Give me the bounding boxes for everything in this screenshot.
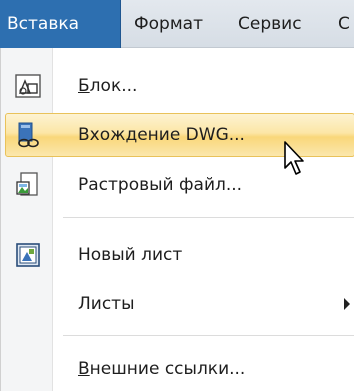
menu-separator — [63, 335, 354, 336]
menu-format[interactable]: Формат — [134, 0, 203, 48]
menu-item-label: Вхождение DWG... — [78, 125, 245, 145]
menu-bar: Вставка Формат Сервис С — [0, 0, 354, 48]
menu-item-sheets[interactable]: Листы — [1, 282, 354, 326]
app-window: Вставка Формат Сервис С Блок... Вхождени… — [0, 0, 354, 391]
menu-item-external-refs[interactable]: Внешние ссылки... — [1, 347, 354, 391]
menu-item-label: Листы — [78, 294, 135, 314]
dwg-reference-icon — [18, 122, 39, 148]
menu-separator — [63, 217, 354, 218]
menu-item-label: Новый лист — [78, 245, 183, 265]
raster-image-icon — [16, 172, 38, 196]
new-sheet-icon — [16, 243, 40, 267]
insert-dropdown-menu: Блок... Вхождение DWG... Растровый файл.… — [0, 48, 354, 391]
menu-next-truncated[interactable]: С — [338, 0, 354, 48]
menu-service[interactable]: Сервис — [238, 0, 302, 48]
menu-item-label: Внешние ссылки... — [78, 359, 246, 379]
menu-item-label: Растровый файл... — [78, 175, 243, 195]
mouse-pointer-icon — [284, 141, 304, 175]
menu-item-label: Блок... — [78, 76, 138, 96]
menu-item-new-sheet[interactable]: Новый лист — [1, 233, 354, 277]
menu-insert[interactable]: Вставка — [0, 0, 121, 48]
block-insert-icon — [15, 74, 41, 98]
menu-item-block[interactable]: Блок... — [1, 64, 354, 108]
submenu-arrow-icon — [344, 298, 350, 310]
